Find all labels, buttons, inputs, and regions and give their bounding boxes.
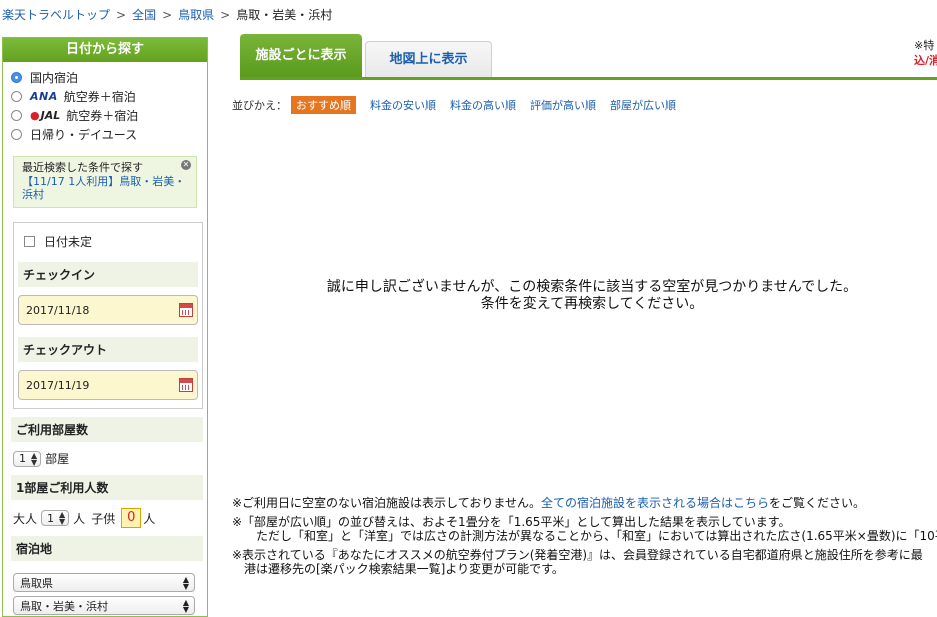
checkout-date-value: 2017/11/19	[26, 378, 90, 392]
select-arrows-icon: ▲ ▼	[59, 510, 66, 526]
rooms-unit: 部屋	[45, 452, 70, 466]
no-result-line1: 誠に申し訳ございませんが、この検索条件に該当する空室が見つかりませんでした。	[326, 279, 858, 295]
sort-price-high[interactable]: 料金の高い順	[450, 97, 516, 113]
travel-type-radio-group: 国内宿泊 ANA 航空券＋宿泊 ●JAL 航空券＋宿泊 日帰り・デイユース	[3, 62, 207, 148]
show-all-facilities-link[interactable]: 全ての宿泊施設を表示される場合はこちら	[541, 496, 769, 510]
radio-label: 国内宿泊	[30, 71, 79, 85]
close-icon[interactable]: ✕	[181, 160, 191, 170]
prefecture-select[interactable]: 鳥取県 ▲ ▼	[13, 573, 195, 592]
jal-logo: ●JAL	[30, 109, 61, 122]
no-result-line2: 条件を変えて再検索してください。	[480, 296, 704, 312]
breadcrumb-separator: >	[220, 8, 231, 22]
calendar-icon[interactable]	[179, 378, 193, 392]
date-undecided-label: 日付未定	[44, 235, 93, 249]
tab-underline	[240, 77, 937, 80]
select-arrows-icon: ▲ ▼	[182, 597, 189, 614]
checkin-date-value: 2017/11/18	[26, 303, 90, 317]
child-count-field[interactable]: 0	[121, 508, 142, 528]
radio-domestic[interactable]: 国内宿泊	[11, 68, 207, 87]
breadcrumb-separator: >	[162, 8, 173, 22]
radio-button[interactable]	[11, 129, 22, 140]
radio-label: 航空券＋宿泊	[63, 90, 136, 104]
sort-price-low[interactable]: 料金の安い順	[370, 97, 436, 113]
sort-bar: 並びかえ： おすすめ順 料金の安い順 料金の高い順 評価が高い順 部屋が広い順	[232, 96, 690, 114]
adult-select[interactable]: 1 ▲ ▼	[41, 510, 70, 526]
sort-rating-high[interactable]: 評価が高い順	[530, 97, 596, 113]
radio-label: 航空券＋宿泊	[66, 109, 139, 123]
tab-on-map[interactable]: 地図上に表示	[365, 41, 492, 78]
adult-unit: 人	[73, 511, 86, 526]
tab-by-facility[interactable]: 施設ごとに表示	[240, 34, 362, 78]
breadcrumb-current: 鳥取・岩美・浜村	[236, 8, 333, 22]
ana-logo: ANA	[30, 90, 58, 103]
radio-ana-air-hotel[interactable]: ANA 航空券＋宿泊	[11, 87, 207, 106]
breadcrumb: 楽天トラベルトップ > 全国 > 鳥取県 > 鳥取・岩美・浜村	[2, 6, 332, 23]
breadcrumb-separator: >	[116, 8, 127, 22]
adult-label: 大人	[13, 511, 38, 526]
breadcrumb-pref-link[interactable]: 鳥取県	[178, 8, 214, 22]
rooms-label: ご利用部屋数	[11, 417, 203, 442]
notes-section: ※ご利用日に空室のない宿泊施設は表示しておりません。全ての宿泊施設を表示される場…	[232, 496, 937, 581]
recent-search-box: 最近検索した条件で探す 【11/17 1人利用】鳥取・岩美・浜村 ✕	[13, 156, 197, 208]
breadcrumb-all-link[interactable]: 全国	[132, 8, 156, 22]
radio-button[interactable]	[11, 110, 22, 121]
date-search-sidebar: 日付から探す 国内宿泊 ANA 航空券＋宿泊 ●JAL 航空券＋宿泊 日帰り・デ…	[2, 37, 208, 617]
sort-recommended-active[interactable]: おすすめ順	[291, 96, 356, 114]
rooms-select[interactable]: 1 ▲ ▼	[13, 450, 42, 467]
select-arrows-icon: ▲ ▼	[31, 450, 38, 467]
area-select[interactable]: 鳥取・岩美・浜村 ▲ ▼	[13, 596, 195, 615]
recent-search-title: 最近検索した条件で探す	[22, 161, 143, 174]
right-note: ※特 込/消	[914, 38, 937, 68]
child-label: 子供	[91, 511, 116, 526]
checkin-label: チェックイン	[18, 262, 198, 287]
checkout-date-input[interactable]: 2017/11/19	[18, 370, 198, 400]
sort-label: 並びかえ：	[232, 99, 287, 112]
date-undecided-checkbox[interactable]	[24, 236, 35, 247]
checkout-label: チェックアウト	[18, 337, 198, 362]
radio-button-selected[interactable]	[11, 72, 22, 83]
jal-crane-icon: ●	[30, 109, 40, 122]
note-vacancy: ※ご利用日に空室のない宿泊施設は表示しておりません。全ての宿泊施設を表示される場…	[232, 496, 866, 510]
no-result-message: 誠に申し訳ございませんが、この検索条件に該当する空室が見つかりませんでした。 条…	[232, 279, 937, 313]
note-air-plan: ※表示されている『あなたにオススメの航空券付プラン(発着空港)』は、会員登録され…	[232, 548, 923, 576]
checkin-date-input[interactable]: 2017/11/18	[18, 295, 198, 325]
recent-search-link[interactable]: 【11/17 1人利用】鳥取・岩美・浜村	[22, 175, 185, 201]
radio-day-use[interactable]: 日帰り・デイユース	[11, 125, 207, 144]
sort-room-size[interactable]: 部屋が広い順	[610, 97, 676, 113]
breadcrumb-top-link[interactable]: 楽天トラベルトップ	[2, 8, 110, 22]
right-note-line1: ※特	[914, 39, 935, 52]
date-undecided-option[interactable]: 日付未定	[14, 223, 202, 258]
people-row: 大人 1 ▲ ▼ 人 子供 0 人	[13, 508, 207, 528]
date-box: 日付未定 チェックイン 2017/11/18 チェックアウト 2017/11/1…	[13, 222, 203, 409]
child-unit: 人	[143, 511, 156, 526]
calendar-icon[interactable]	[179, 303, 193, 317]
radio-button[interactable]	[11, 91, 22, 102]
rooms-row: 1 ▲ ▼ 部屋	[13, 450, 207, 467]
sidebar-title: 日付から探す	[3, 38, 207, 62]
radio-label: 日帰り・デイユース	[30, 128, 138, 142]
select-arrows-icon: ▲ ▼	[182, 574, 189, 591]
note-room-size: ※「部屋が広い順」の並び替えは、およそ1畳分を「1.65平米」として算出した結果…	[232, 515, 937, 543]
right-note-line2: 込/消	[914, 54, 937, 67]
people-label: 1部屋ご利用人数	[11, 475, 203, 500]
radio-jal-air-hotel[interactable]: ●JAL 航空券＋宿泊	[11, 106, 207, 125]
place-label: 宿泊地	[11, 536, 203, 561]
